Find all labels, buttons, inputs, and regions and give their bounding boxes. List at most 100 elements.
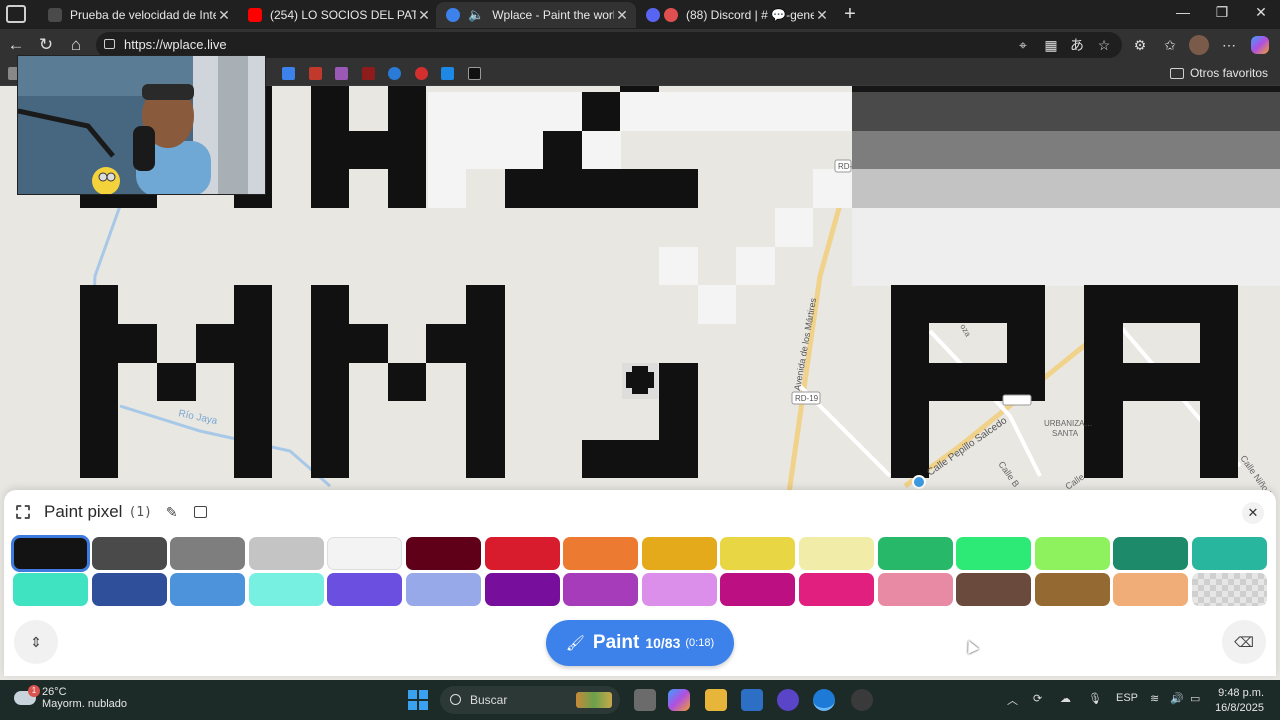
microphone-icon[interactable]: 🎙 (1088, 692, 1102, 705)
other-favorites[interactable]: Otros favoritos (1169, 66, 1268, 80)
obs-icon[interactable] (851, 689, 873, 711)
apps-icon[interactable]: ▦ (1040, 34, 1062, 56)
image-icon[interactable] (193, 506, 207, 518)
color-swatch[interactable] (956, 573, 1032, 606)
color-swatch[interactable] (406, 537, 481, 570)
maximize-icon[interactable]: ❐ (1207, 4, 1237, 21)
color-swatch[interactable] (1034, 573, 1110, 606)
close-icon[interactable]: ✕ (416, 7, 432, 24)
color-swatch[interactable] (799, 573, 874, 606)
store-icon[interactable] (741, 689, 763, 711)
close-icon[interactable]: ✕ (614, 7, 630, 24)
language-indicator[interactable]: ESP (1116, 692, 1138, 704)
color-swatch[interactable] (91, 537, 167, 570)
recording-icon (664, 8, 678, 22)
bookmark-icon[interactable] (468, 67, 481, 80)
color-swatch[interactable] (563, 573, 639, 606)
color-swatch[interactable] (1192, 537, 1267, 570)
file-explorer-icon[interactable] (705, 689, 727, 711)
more-icon[interactable]: ⋯ (1218, 34, 1240, 56)
color-swatch[interactable] (13, 573, 88, 606)
color-swatch[interactable] (1113, 573, 1189, 606)
street-label-calle-b: Calle B (996, 459, 1021, 489)
battery-icon[interactable]: ▭ (1190, 692, 1200, 705)
bookmark-icon[interactable] (335, 67, 348, 80)
new-tab-button[interactable]: + (840, 3, 860, 26)
pencil-icon[interactable]: ✎ (166, 504, 178, 521)
close-icon[interactable]: ✕ (216, 7, 232, 24)
color-swatch[interactable] (877, 573, 953, 606)
color-swatch[interactable] (484, 573, 560, 606)
tab-speedtest[interactable]: Prueba de velocidad de Internet | ✕ (38, 2, 238, 28)
edge-icon[interactable] (813, 689, 835, 711)
speaker-icon[interactable]: 🔈 (468, 7, 484, 23)
volume-icon[interactable]: 🔊 (1170, 692, 1184, 705)
color-swatch[interactable] (1113, 537, 1189, 570)
color-swatch[interactable] (327, 537, 403, 570)
color-swatch[interactable] (11, 535, 90, 572)
area-label: URBANIZA… (1044, 419, 1092, 428)
color-swatch[interactable] (720, 537, 796, 570)
eraser-button[interactable]: ⌫ (1222, 620, 1266, 664)
search-icon (450, 694, 461, 705)
favorite-star-icon[interactable]: ☆ (1093, 34, 1115, 56)
discord-icon (646, 8, 660, 22)
chevron-up-icon[interactable]: ︿ (1007, 692, 1018, 708)
color-swatch[interactable] (170, 573, 246, 606)
bookmark-icon[interactable] (282, 67, 295, 80)
avatar[interactable] (1189, 35, 1209, 55)
collapse-toggle-button[interactable]: ⇕ (14, 620, 58, 664)
cloud-tray-icon[interactable]: ☁ (1060, 692, 1071, 705)
tab-discord[interactable]: (88) Discord | # 💬-genera ✕ (636, 2, 836, 28)
brush-icon: 🖌 (565, 635, 585, 652)
favorites-icon[interactable]: ✩ (1159, 34, 1181, 56)
color-swatch[interactable] (720, 573, 796, 606)
color-swatch[interactable] (563, 537, 639, 570)
expand-icon[interactable] (16, 505, 30, 519)
color-swatch[interactable] (799, 537, 874, 570)
app-icon[interactable] (777, 689, 799, 711)
wifi-icon[interactable]: ≋ (1150, 692, 1159, 705)
copilot-icon[interactable] (1251, 36, 1269, 54)
color-swatch[interactable] (91, 573, 167, 606)
extensions-icon[interactable]: ⚙ (1129, 34, 1151, 56)
color-swatch[interactable] (1034, 537, 1110, 570)
taskbar-search[interactable]: Buscar (440, 686, 620, 714)
bookmark-icon[interactable] (415, 67, 428, 80)
tab-youtube[interactable]: (254) LO SOCIOS DEL PATIO, SILVI ✕ (238, 2, 438, 28)
color-swatch[interactable] (406, 573, 481, 606)
location-icon[interactable]: ⌖ (1012, 34, 1034, 56)
task-view-icon[interactable] (634, 689, 656, 711)
refresh-icon[interactable]: ↻ (34, 33, 58, 57)
tab-wplace[interactable]: 🔈 Wplace - Paint the world ✕ (436, 2, 636, 28)
color-swatch[interactable] (484, 537, 560, 570)
translate-icon[interactable]: あ (1066, 34, 1088, 56)
back-icon[interactable]: ← (4, 33, 28, 57)
windows-start-icon[interactable] (408, 690, 428, 710)
minimize-icon[interactable]: — (1168, 4, 1198, 20)
close-panel-button[interactable]: ✕ (1242, 502, 1264, 524)
color-swatch[interactable] (170, 537, 246, 570)
paint-button[interactable]: 🖌 Paint 10/83 (0:18) (546, 620, 734, 666)
clock[interactable]: 9:48 p.m. 16/8/2025 (1215, 686, 1264, 716)
color-swatch[interactable] (248, 537, 324, 570)
sync-icon[interactable]: ⟳ (1033, 692, 1042, 705)
close-icon[interactable]: ✕ (814, 7, 830, 24)
bookmark-icon[interactable] (441, 67, 454, 80)
color-swatch-transparent[interactable] (1192, 573, 1267, 606)
color-swatch[interactable] (327, 573, 403, 606)
bookmark-icon[interactable] (362, 67, 375, 80)
close-window-icon[interactable]: ✕ (1246, 4, 1276, 21)
color-swatch[interactable] (641, 573, 717, 606)
street-label-pepillo: Calle Pepillo Salcedo (925, 415, 1009, 478)
bookmark-icon[interactable] (388, 67, 401, 80)
tab-actions-icon[interactable] (6, 5, 26, 23)
color-swatch[interactable] (956, 537, 1032, 570)
color-swatch[interactable] (248, 573, 324, 606)
tab-bar: Prueba de velocidad de Internet | ✕ (254… (0, 0, 1280, 29)
color-swatch[interactable] (641, 537, 717, 570)
color-swatch[interactable] (877, 537, 953, 570)
home-icon[interactable]: ⌂ (64, 33, 88, 57)
bookmark-icon[interactable] (309, 67, 322, 80)
copilot-taskbar-icon[interactable] (668, 689, 690, 711)
